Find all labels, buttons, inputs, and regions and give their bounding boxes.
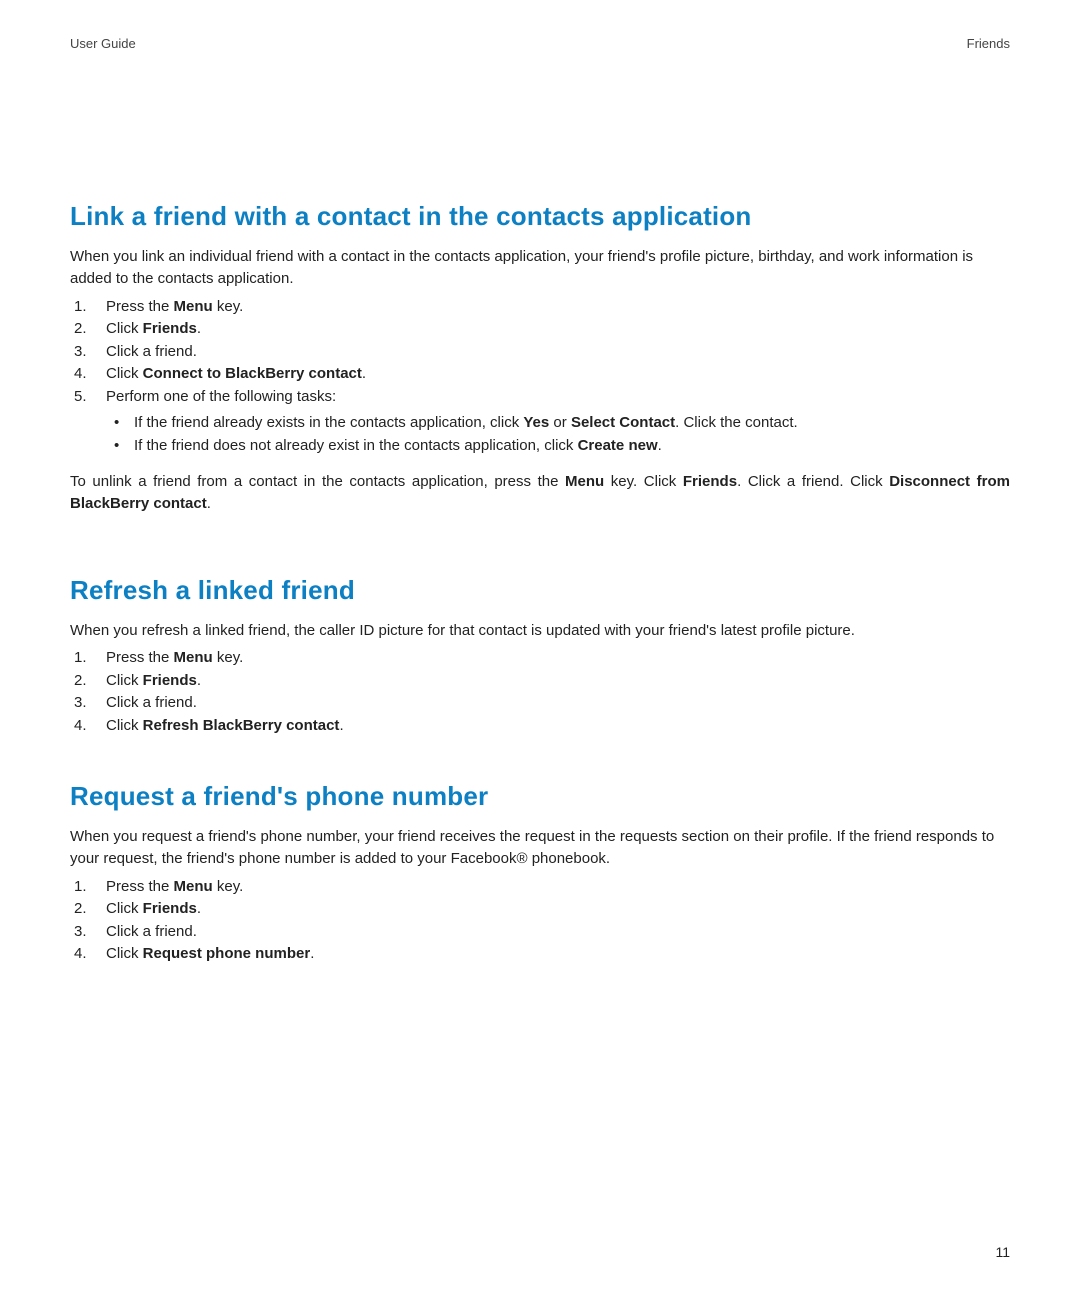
page-number: 11	[995, 1244, 1010, 1260]
step-3: Click a friend.	[70, 921, 1010, 944]
step-2: Click Friends.	[70, 318, 1010, 341]
intro-link-friend: When you link an individual friend with …	[70, 246, 1010, 290]
section-request-number: Request a friend's phone number When you…	[70, 781, 1010, 966]
unlink-note: To unlink a friend from a contact in the…	[70, 471, 1010, 515]
step-5a: If the friend already exists in the cont…	[106, 412, 1010, 435]
steps-refresh-friend: Press the Menu key. Click Friends. Click…	[70, 647, 1010, 737]
intro-request-number: When you request a friend's phone number…	[70, 826, 1010, 870]
step-2: Click Friends.	[70, 898, 1010, 921]
header-right: Friends	[967, 36, 1010, 51]
steps-request-number: Press the Menu key. Click Friends. Click…	[70, 876, 1010, 966]
step-1: Press the Menu key.	[70, 876, 1010, 899]
step-3: Click a friend.	[70, 692, 1010, 715]
section-refresh-friend: Refresh a linked friend When you refresh…	[70, 575, 1010, 738]
step-3: Click a friend.	[70, 341, 1010, 364]
step-1: Press the Menu key.	[70, 647, 1010, 670]
section-link-friend: Link a friend with a contact in the cont…	[70, 201, 1010, 515]
step-2: Click Friends.	[70, 670, 1010, 693]
header-left: User Guide	[70, 36, 136, 51]
step-5: Perform one of the following tasks: If t…	[70, 386, 1010, 458]
step-4: Click Request phone number.	[70, 943, 1010, 966]
step-1: Press the Menu key.	[70, 296, 1010, 319]
step-4: Click Connect to BlackBerry contact.	[70, 363, 1010, 386]
step-5-subtasks: If the friend already exists in the cont…	[106, 412, 1010, 457]
step-4: Click Refresh BlackBerry contact.	[70, 715, 1010, 738]
step-5b: If the friend does not already exist in …	[106, 435, 1010, 458]
steps-link-friend: Press the Menu key. Click Friends. Click…	[70, 296, 1010, 458]
heading-request-number: Request a friend's phone number	[70, 781, 1010, 812]
page-header: User Guide Friends	[70, 36, 1010, 51]
heading-link-friend: Link a friend with a contact in the cont…	[70, 201, 1010, 232]
intro-refresh-friend: When you refresh a linked friend, the ca…	[70, 620, 1010, 642]
heading-refresh-friend: Refresh a linked friend	[70, 575, 1010, 606]
